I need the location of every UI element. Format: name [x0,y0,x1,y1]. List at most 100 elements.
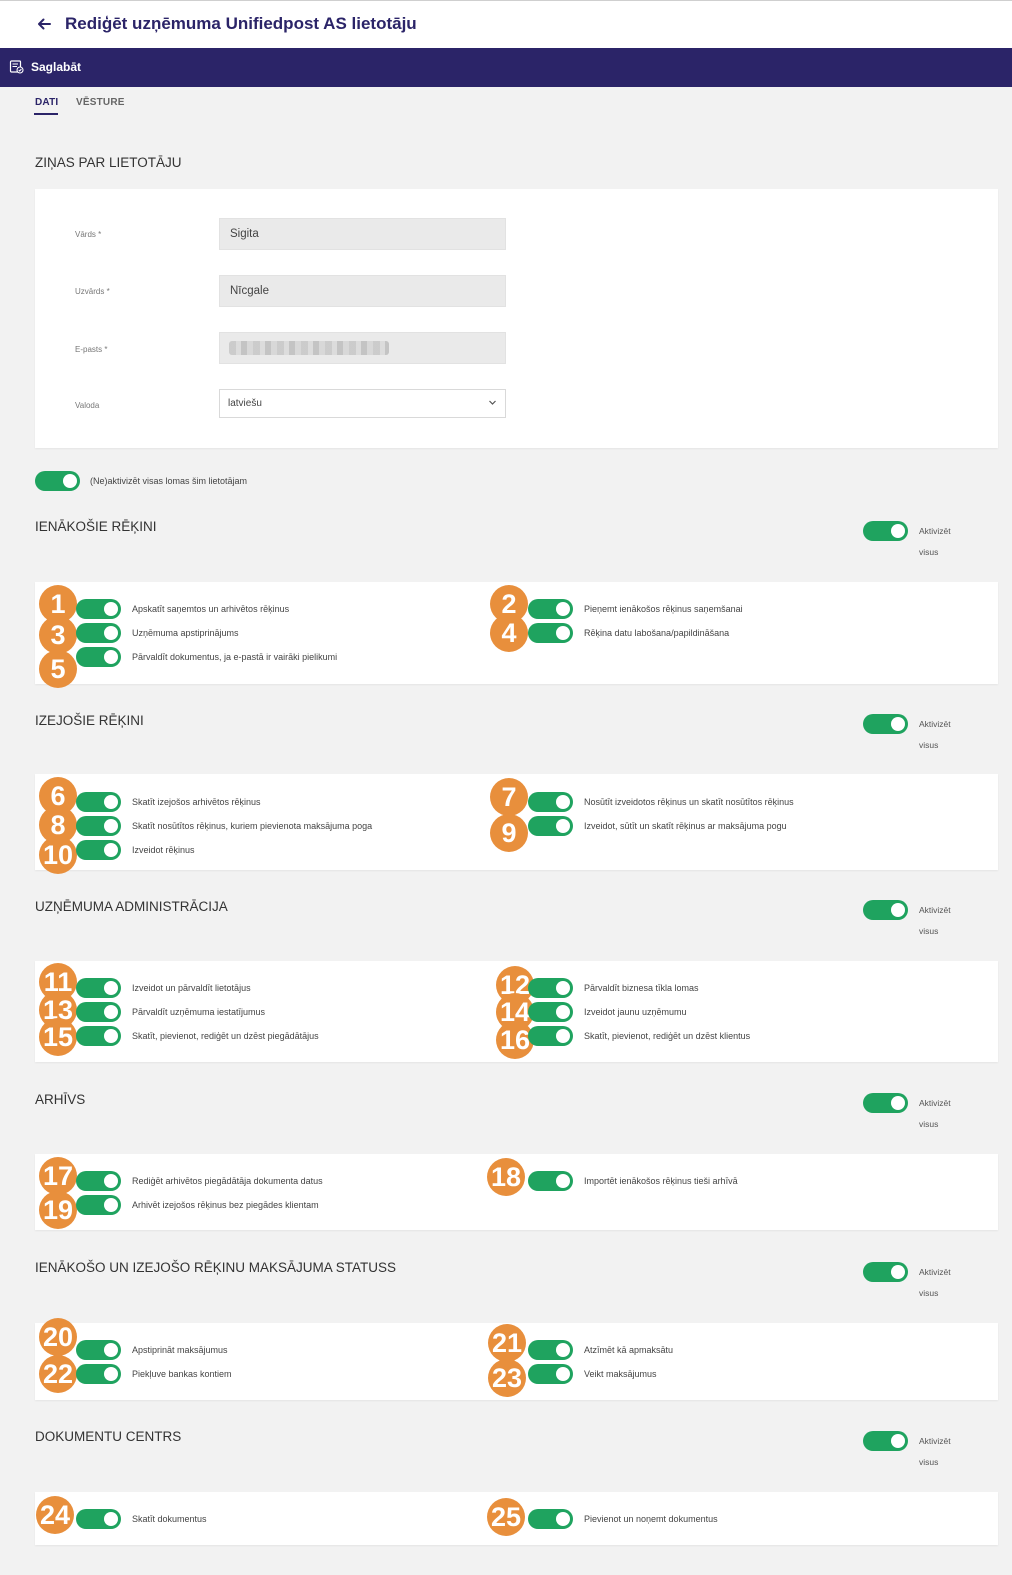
permission-toggle[interactable] [76,1026,121,1046]
callout-badge: 10 [39,836,77,874]
permission-toggle[interactable] [528,978,573,998]
deactivate-all-roles-toggle[interactable] [35,471,80,491]
save-button-label: Saglabāt [31,60,82,74]
permission-label: Veikt maksājumus [584,1369,657,1379]
callout-badge: 9 [490,814,528,852]
permission-toggle[interactable] [76,623,121,643]
activate-all-label-archive: Aktivizēt visus [919,1098,951,1129]
active-tab-indicator [34,113,58,115]
first-name-field[interactable]: Sigita [219,218,506,250]
permission-toggle[interactable] [528,1509,573,1529]
permission-label: Nosūtīt izveidotos rēķinus un skatīt nos… [584,797,794,807]
tab-dati[interactable]: DATI [35,97,58,108]
permission-toggle[interactable] [76,792,121,812]
permission-toggle[interactable] [76,1509,121,1529]
permission-toggle[interactable] [76,647,121,667]
deactivate-all-roles-label: (Ne)aktivizēt visas lomas šim lietotājam [90,476,248,486]
activate-all-toggle-incoming[interactable] [863,521,908,541]
user-info-card [35,189,998,448]
permission-label: Importēt ienākošos rēķinus tieši arhīvā [584,1176,738,1186]
chevron-down-icon [489,400,496,405]
language-select[interactable]: latviešu [219,389,506,418]
language-label: Valoda [75,401,100,410]
permission-label: Piekļuve bankas kontiem [132,1369,232,1379]
permission-label: Skatīt, pievienot, rediģēt un dzēst pieg… [132,1031,319,1041]
permission-toggle[interactable] [76,1002,121,1022]
permission-toggle[interactable] [76,1171,121,1191]
permission-label: Atzīmēt kā apmaksātu [584,1345,674,1355]
section-title-incoming: IENĀKOŠIE RĒĶINI [35,519,157,534]
permission-label: Pieņemt ienākošos rēķinus saņemšanai [584,604,743,614]
section-title-administration: UZŅĒMUMA ADMINISTRĀCIJA [35,899,228,914]
permission-toggle[interactable] [528,1340,573,1360]
permission-toggle[interactable] [528,816,573,836]
permission-label: Skatīt izejošos arhivētos rēķinus [132,797,261,807]
first-name-label: Vārds * [75,230,102,239]
activate-all-toggle-administration[interactable] [863,900,908,920]
activate-all-toggle-payment-status[interactable] [863,1262,908,1282]
callout-badge: 24 [36,1496,74,1534]
callout-badge: 17 [39,1157,77,1195]
page-title: Rediģēt uzņēmuma Unifiedpost AS lietotāj… [65,14,417,33]
permission-label: Rēķina datu labošana/papildināšana [584,628,730,638]
callout-badge: 5 [39,650,77,688]
permission-label: Pievienot un noņemt dokumentus [584,1514,718,1524]
save-icon [9,60,24,74]
callout-badge: 23 [488,1359,526,1397]
permission-toggle[interactable] [76,1364,121,1384]
permission-toggle[interactable] [528,1364,573,1384]
permission-toggle[interactable] [76,978,121,998]
activate-all-toggle-outgoing[interactable] [863,714,908,734]
permission-toggle[interactable] [76,816,121,836]
section-title-documents-center: DOKUMENTU CENTRS [35,1429,182,1444]
permission-label: Izveidot jaunu uzņēmumu [584,1007,687,1017]
permission-label: Izveidot un pārvaldīt lietotājus [132,983,251,993]
permission-toggle[interactable] [528,1002,573,1022]
last-name-field[interactable]: Nīcgale [219,275,506,307]
permission-label: Izveidot rēķinus [132,845,195,855]
callout-badge: 4 [490,614,528,652]
activate-all-toggle-documents-center[interactable] [863,1431,908,1451]
last-name-label: Uzvārds * [75,287,110,296]
callout-badge: 25 [487,1498,525,1536]
permission-label: Pārvaldīt biznesa tīkla lomas [584,983,699,993]
permission-toggle[interactable] [528,623,573,643]
activate-all-label-documents-center: Aktivizēt visus [919,1436,951,1467]
permission-toggle[interactable] [76,1340,121,1360]
permission-toggle[interactable] [76,599,121,619]
permission-label: Rediģēt arhivētos piegādātāja dokumenta … [132,1176,323,1186]
permission-label: Izveidot, sūtīt un skatīt rēķinus ar mak… [584,821,787,831]
tab-vesture[interactable]: VĒSTURE [76,97,125,108]
section-title-payment-status: IENĀKOŠO UN IZEJOŠO RĒĶINU MAKSĀJUMA STA… [35,1260,397,1275]
permission-toggle[interactable] [76,840,121,860]
user-info-title: ZIŅAS PAR LIETOTĀJU [35,155,182,170]
permission-toggle[interactable] [76,1195,121,1215]
callout-badge: 22 [39,1355,77,1393]
permission-label: Skatīt dokumentus [132,1514,207,1524]
callout-badge: 18 [487,1158,525,1196]
activate-all-label-incoming: Aktivizēt visus [919,526,951,557]
arrow-left-icon[interactable] [34,14,54,34]
permission-label: Apskatīt saņemtos un arhivētos rēķinus [132,604,290,614]
permission-toggle[interactable] [528,792,573,812]
activate-all-label-payment-status: Aktivizēt visus [919,1267,951,1298]
activate-all-toggle-archive[interactable] [863,1093,908,1113]
activate-all-label-outgoing: Aktivizēt visus [919,719,951,750]
permission-label: Arhivēt izejošos rēķinus bez piegādes kl… [132,1200,319,1210]
email-blurred-value [229,341,389,355]
permission-toggle[interactable] [528,1171,573,1191]
top-bar: Rediģēt uzņēmuma Unifiedpost AS lietotāj… [0,0,1012,48]
callout-badge: 20 [39,1318,77,1356]
callout-badge: 19 [39,1191,77,1229]
email-label: E-pasts * [75,345,108,354]
toolbar: Saglabāt [0,48,1012,87]
callout-badge: 15 [39,1018,77,1056]
permission-label: Pārvaldīt dokumentus, ja e-pastā ir vair… [132,652,338,662]
callout-badge: 3 [39,616,77,654]
section-title-archive: ARHĪVS [35,1092,86,1107]
section-title-outgoing: IZEJOŠIE RĒĶINI [35,713,144,728]
permission-toggle[interactable] [528,1026,573,1046]
callout-badge: 21 [488,1324,526,1362]
permission-toggle[interactable] [528,599,573,619]
permission-label: Skatīt, pievienot, rediģēt un dzēst klie… [584,1031,751,1041]
